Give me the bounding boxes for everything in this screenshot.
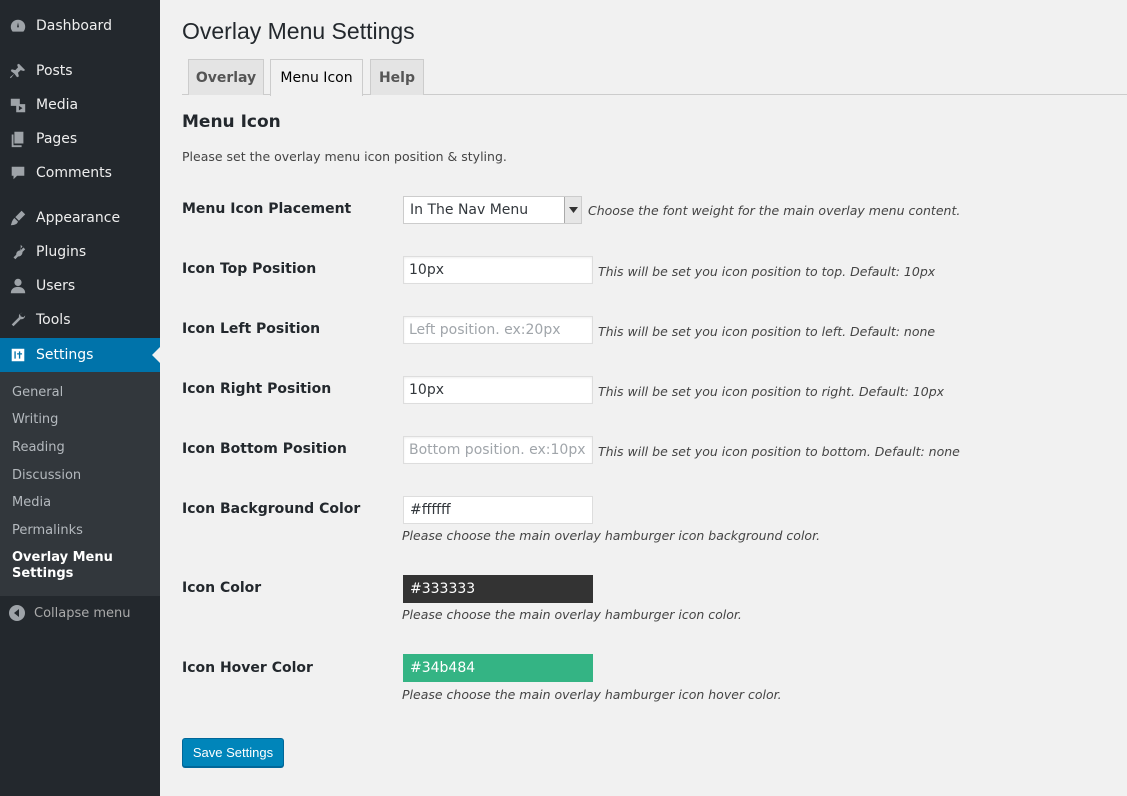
- left-position-label: Icon Left Position: [182, 321, 321, 337]
- left-position-input[interactable]: [403, 316, 593, 344]
- nav-label: Posts: [36, 63, 73, 79]
- placement-select[interactable]: In The Nav Menu: [403, 196, 582, 224]
- submenu-item-writing[interactable]: Writing: [12, 412, 58, 427]
- left-position-hint: This will be set you icon position to le…: [598, 324, 936, 339]
- collapse-menu-button[interactable]: Collapse menu: [0, 600, 160, 626]
- tab-menu-icon[interactable]: Menu Icon: [270, 59, 363, 96]
- wrench-icon: [0, 311, 36, 329]
- right-position-hint: This will be set you icon position to ri…: [598, 384, 945, 399]
- nav-label: Comments: [36, 165, 112, 181]
- nav-label: Tools: [36, 312, 71, 328]
- section-title: Menu Icon: [182, 112, 281, 132]
- nav-label: Pages: [36, 131, 78, 147]
- chevron-down-icon: [564, 197, 581, 223]
- top-position-hint: This will be set you icon position to to…: [598, 264, 936, 279]
- right-position-input[interactable]: [403, 376, 593, 404]
- settings-icon: [0, 346, 36, 364]
- nav-label: Appearance: [36, 210, 121, 226]
- pages-icon: [0, 130, 36, 148]
- nav-item-settings[interactable]: Settings: [0, 338, 160, 372]
- nav-item-posts[interactable]: Posts: [0, 54, 160, 88]
- settings-submenu: General Writing Reading Discussion Media…: [0, 372, 160, 596]
- brush-icon: [0, 209, 36, 227]
- nav-item-dashboard[interactable]: Dashboard: [0, 9, 160, 43]
- page-title: Overlay Menu Settings: [182, 18, 415, 44]
- nav-item-appearance[interactable]: Appearance: [0, 201, 160, 235]
- nav-item-comments[interactable]: Comments: [0, 156, 160, 190]
- user-icon: [0, 277, 36, 295]
- plugin-icon: [0, 243, 36, 261]
- nav-label: Dashboard: [36, 18, 112, 34]
- submenu-item-permalinks[interactable]: Permalinks: [12, 523, 83, 538]
- icon-color-hint: Please choose the main overlay hamburger…: [402, 607, 742, 622]
- admin-sidebar: Dashboard Posts Media Pages Comments App…: [0, 0, 160, 796]
- comment-icon: [0, 164, 36, 182]
- right-position-label: Icon Right Position: [182, 381, 332, 397]
- nav-item-tools[interactable]: Tools: [0, 303, 160, 337]
- top-position-input[interactable]: [403, 256, 593, 284]
- nav-label: Users: [36, 278, 76, 294]
- submenu-item-general[interactable]: General: [12, 385, 63, 400]
- bottom-position-hint: This will be set you icon position to bo…: [598, 444, 960, 459]
- placement-hint: Choose the font weight for the main over…: [588, 203, 961, 218]
- bottom-position-input[interactable]: [403, 436, 593, 464]
- collapse-arrow-icon: [0, 605, 34, 621]
- icon-color-picker[interactable]: #333333: [403, 575, 593, 603]
- media-icon: [0, 96, 36, 114]
- submenu-item-discussion[interactable]: Discussion: [12, 468, 81, 483]
- placement-selected-value: In The Nav Menu: [410, 202, 529, 218]
- hover-color-label: Icon Hover Color: [182, 660, 313, 676]
- icon-color-label: Icon Color: [182, 580, 262, 596]
- nav-item-plugins[interactable]: Plugins: [0, 235, 160, 269]
- dashboard-icon: [0, 17, 36, 35]
- bottom-position-label: Icon Bottom Position: [182, 441, 347, 457]
- tab-bar: Overlay Menu Icon Help: [182, 59, 1127, 96]
- pin-icon: [0, 62, 36, 80]
- bg-color-hint: Please choose the main overlay hamburger…: [402, 528, 821, 543]
- nav-label: Plugins: [36, 244, 87, 260]
- tab-overlay[interactable]: Overlay: [188, 59, 264, 95]
- submenu-item-overlay-menu-settings[interactable]: Overlay Menu Settings: [12, 550, 122, 582]
- nav-label: Media: [36, 97, 79, 113]
- tab-help[interactable]: Help: [370, 59, 424, 95]
- section-description: Please set the overlay menu icon positio…: [182, 149, 507, 164]
- save-settings-button[interactable]: Save Settings: [182, 738, 284, 767]
- hover-color-hint: Please choose the main overlay hamburger…: [402, 687, 782, 702]
- bg-color-label: Icon Background Color: [182, 501, 361, 517]
- submenu-item-media[interactable]: Media: [12, 495, 51, 510]
- submenu-item-reading[interactable]: Reading: [12, 440, 65, 455]
- nav-item-users[interactable]: Users: [0, 269, 160, 303]
- nav-item-pages[interactable]: Pages: [0, 122, 160, 156]
- nav-item-media[interactable]: Media: [0, 88, 160, 122]
- nav-label: Settings: [36, 347, 94, 363]
- bg-color-picker[interactable]: #ffffff: [403, 496, 593, 524]
- hover-color-picker[interactable]: #34b484: [403, 654, 593, 682]
- placement-label: Menu Icon Placement: [182, 201, 352, 217]
- top-position-label: Icon Top Position: [182, 261, 317, 277]
- collapse-label: Collapse menu: [34, 605, 131, 621]
